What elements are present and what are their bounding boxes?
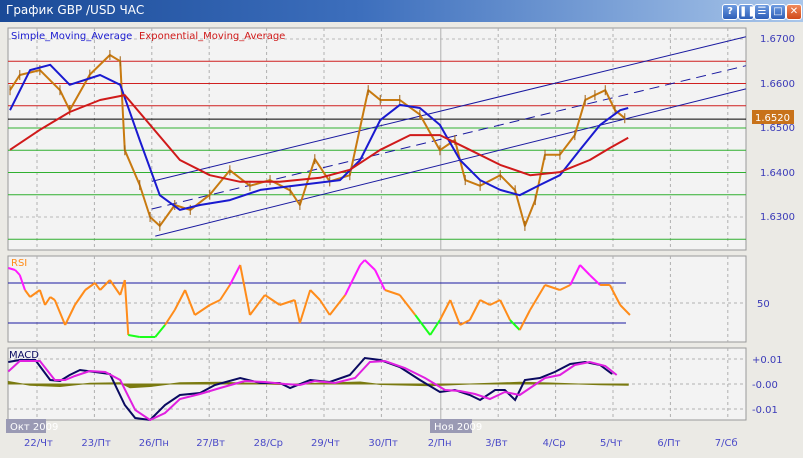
rsi-label: RSI [11,258,27,269]
macd-y-tick: -0.01 [752,405,778,416]
chart-area[interactable]: Simple_Moving_Average Exponential_Moving… [0,22,803,458]
macd-y-tick: -0.00 [752,380,778,391]
date-label: 29/Чт [311,438,340,449]
y-tick: 1.6500 [760,123,795,134]
y-tick: 1.6300 [760,212,795,223]
date-label: 2/Пн [428,438,452,449]
maximize-button[interactable]: □ [770,4,786,20]
month-label-oct: Окт 2009 [10,422,58,433]
window-title-bar[interactable]: График GBP /USD ЧАС ? ❚❚ ☰ □ ✕ [0,0,803,22]
month-label-nov: Ноя 2009 [434,422,482,433]
y-tick: 1.6400 [760,168,795,179]
macd-y-tick: +0.01 [752,355,783,366]
date-label: 30/Пт [368,438,398,449]
date-label: 6/Пт [657,438,680,449]
pause-button[interactable]: ❚❚ [738,4,756,20]
date-label: 26/Пн [139,438,169,449]
close-button[interactable]: ✕ [786,4,802,20]
date-label: 5/Чт [600,438,623,449]
macd-label: MACD [9,350,39,361]
legend-ema: Exponential_Moving_Average [139,31,285,42]
date-label: 22/Чт [24,438,53,449]
date-label: 27/Вт [196,438,225,449]
rsi-y-tick: 50 [757,299,770,310]
date-label: 4/Ср [543,438,566,449]
y-tick: 1.6600 [760,79,795,90]
date-label: 7/Сб [715,438,738,449]
help-button[interactable]: ? [722,4,738,20]
y-tick: 1.6700 [760,34,795,45]
legend-sma: Simple_Moving_Average [11,31,132,42]
minimize-button[interactable]: ☰ [754,4,770,20]
date-label: 3/Вт [485,438,508,449]
date-label: 28/Ср [254,438,283,449]
window-title: График GBP /USD ЧАС [6,3,145,17]
current-price: 1.6520 [755,113,790,124]
rsi-panel [7,255,747,343]
date-label: 23/Пт [81,438,111,449]
